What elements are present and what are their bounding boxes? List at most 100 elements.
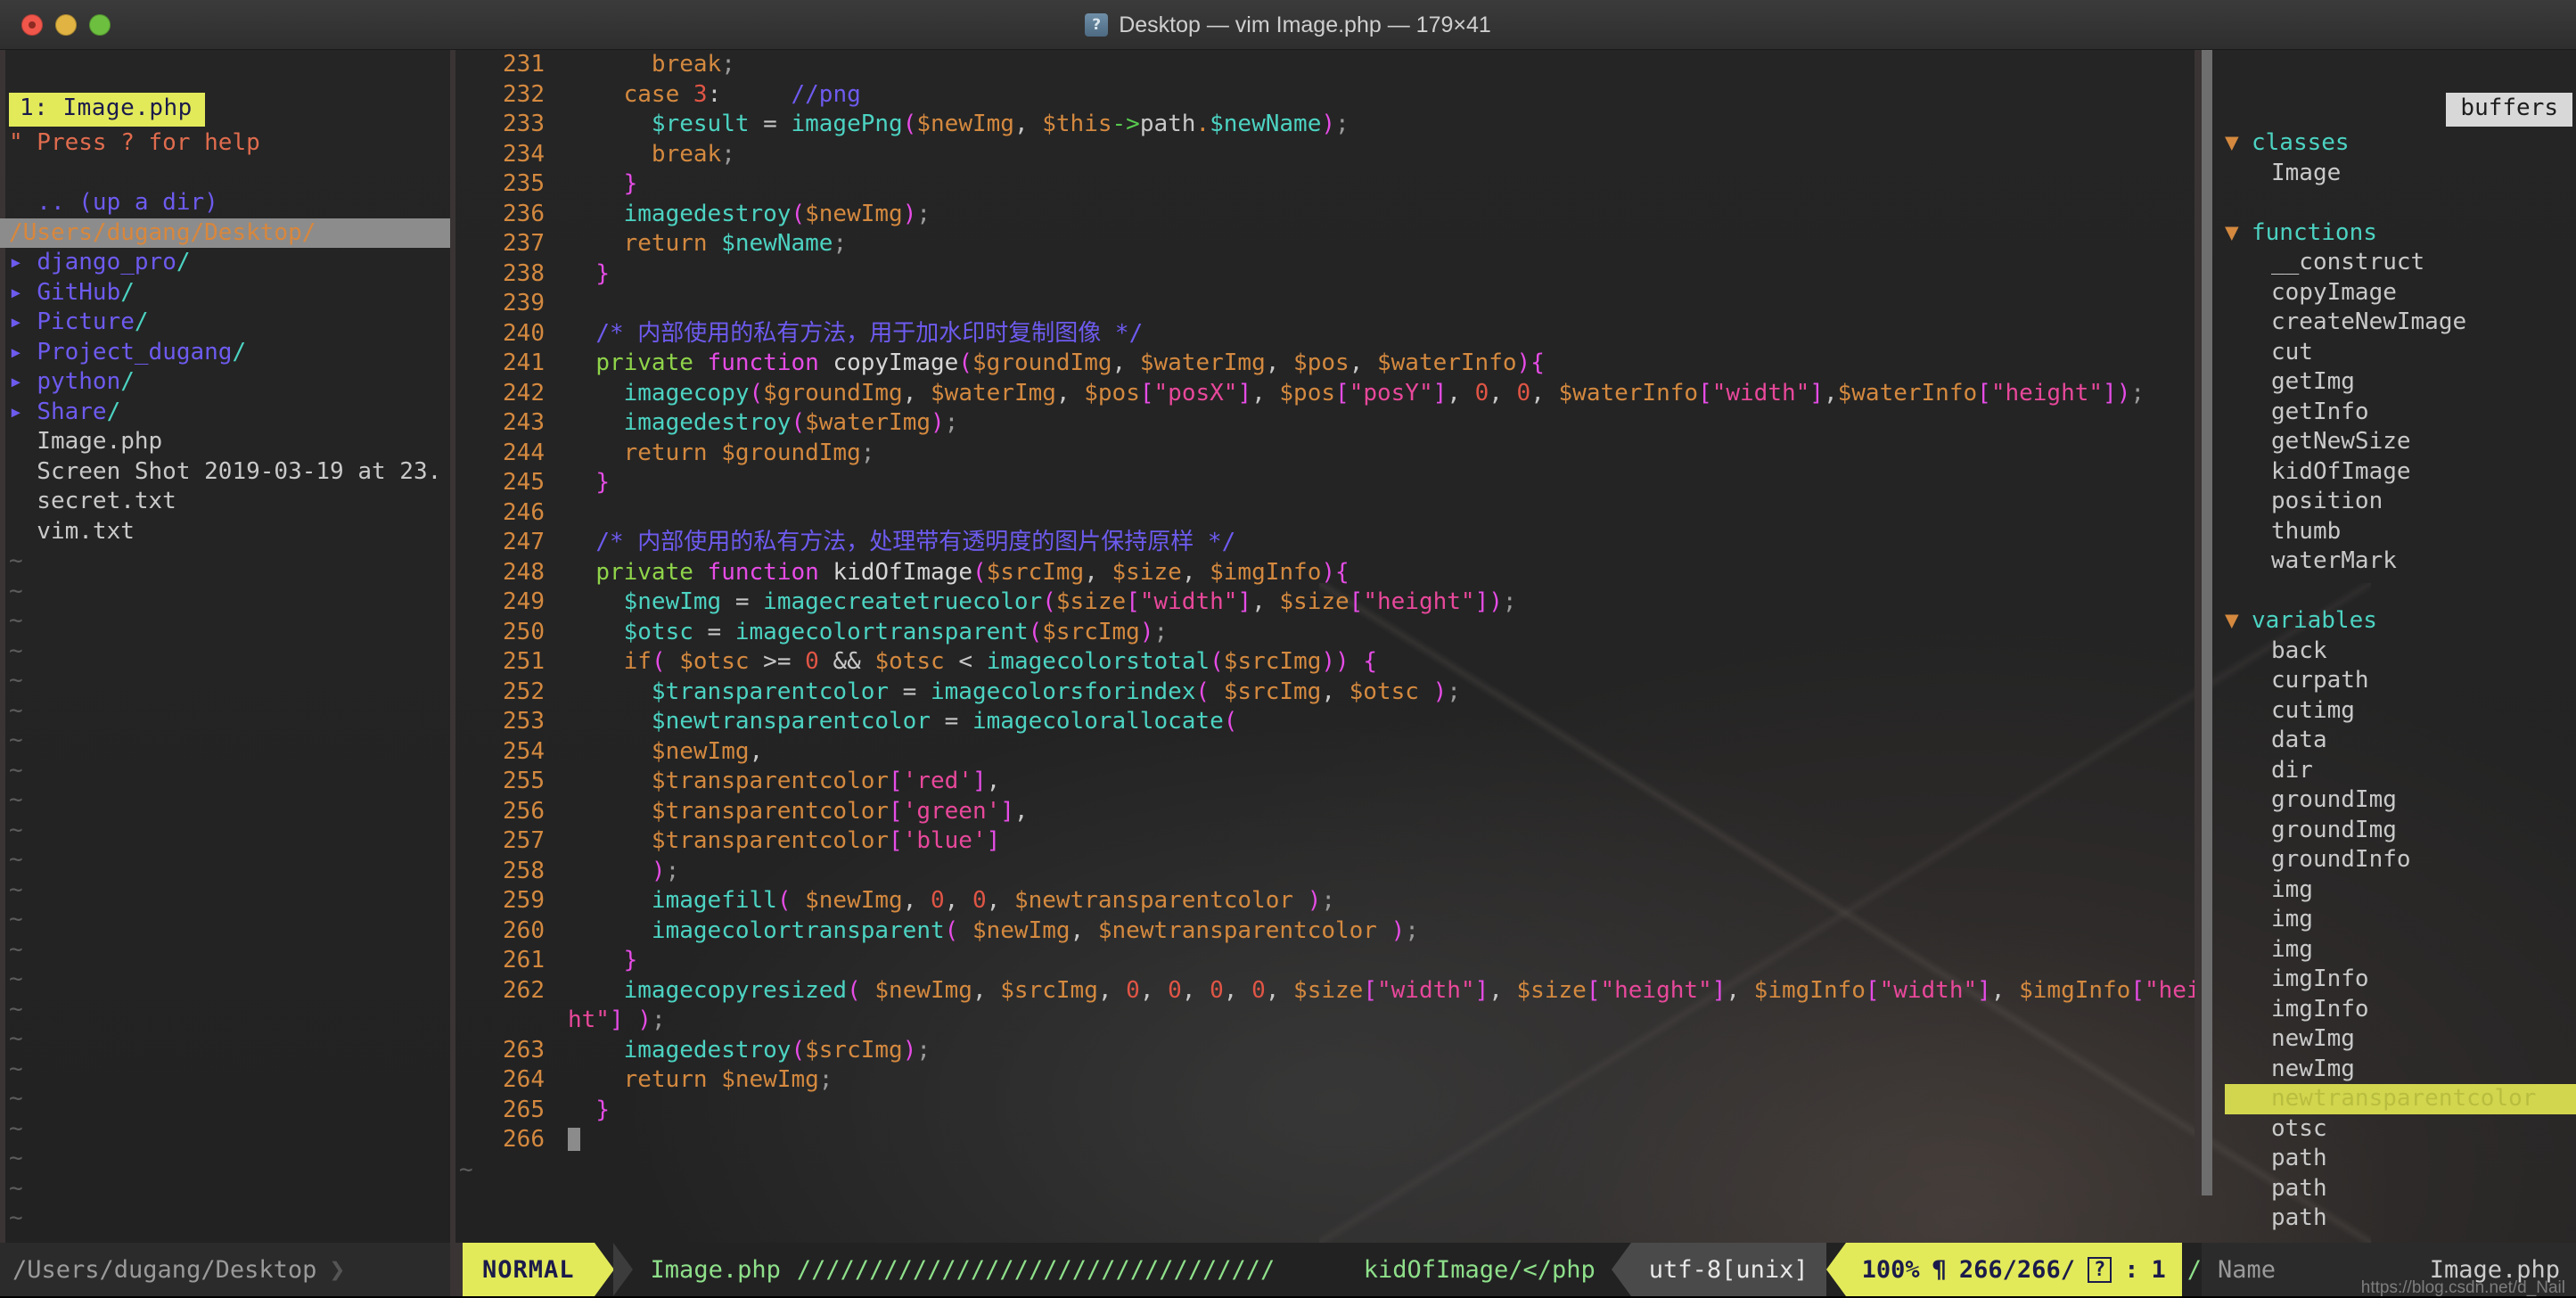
code-line[interactable]: 242 imagecopy($groundImg, $waterImg, $po…	[459, 379, 2202, 409]
code-line[interactable]: 262 imagecopyresized( $newImg, $srcImg, …	[459, 976, 2202, 1006]
code-line[interactable]: 235 }	[459, 169, 2202, 200]
minimize-button[interactable]	[55, 14, 77, 36]
tagbar-item[interactable]: getNewSize	[2225, 427, 2576, 457]
tagbar-item[interactable]: kidOfImage	[2225, 457, 2576, 488]
tagbar-item[interactable]: groundInfo	[2225, 845, 2576, 875]
code-line[interactable]: 238 }	[459, 259, 2202, 290]
code-line[interactable]: 246	[459, 498, 2202, 529]
close-button[interactable]	[21, 14, 43, 36]
code-line[interactable]: 248 private function kidOfImage($srcImg,…	[459, 558, 2202, 588]
tagbar-item[interactable]: imgInfo	[2225, 995, 2576, 1025]
code-line[interactable]: 232 case 3: //png	[459, 80, 2202, 111]
code-line[interactable]: 252 $transparentcolor = imagecolorsforin…	[459, 678, 2202, 708]
tagbar-list[interactable]: ▼classesImage ▼functions__constructcopyIm…	[2225, 128, 2576, 1234]
tagbar-item[interactable]: dir	[2225, 756, 2576, 786]
code-token: {	[1335, 559, 1350, 586]
tagbar-item[interactable]: cutimg	[2225, 696, 2576, 727]
tagbar-item[interactable]: waterMark	[2225, 546, 2576, 577]
tagbar-item[interactable]: imgInfo	[2225, 965, 2576, 995]
code-line[interactable]: 236 imagedestroy($newImg);	[459, 200, 2202, 230]
tree-file-item[interactable]: vim.txt	[9, 517, 450, 547]
code-line[interactable]: 234 break;	[459, 140, 2202, 170]
tagbar-item[interactable]: groundImg	[2225, 785, 2576, 816]
tree-file-item[interactable]: Screen Shot 2019-03-19 at 23.	[9, 457, 450, 488]
tagbar-item[interactable]: thumb	[2225, 517, 2576, 547]
tagbar-item[interactable]: createNewImage	[2225, 308, 2576, 338]
code-line[interactable]: 253 $newtransparentcolor = imagecolorall…	[459, 707, 2202, 737]
code-line[interactable]: 263 imagedestroy($srcImg);	[459, 1036, 2202, 1066]
tagbar-item[interactable]: path	[2225, 1174, 2576, 1204]
tagbar-item[interactable]: data	[2225, 726, 2576, 756]
file-tree-pane[interactable]: 1: Image.php " Press ? for help .. (up a…	[0, 50, 450, 1246]
tree-dir-item[interactable]: ▸ python/	[9, 367, 450, 398]
tagbar-item[interactable]: getInfo	[2225, 398, 2576, 428]
code-line[interactable]: 250 $otsc = imagecolortransparent($srcIm…	[459, 618, 2202, 648]
code-line[interactable]: 245 }	[459, 468, 2202, 498]
tree-dir-item[interactable]: ▸ Picture/	[9, 308, 450, 338]
tagbar-item[interactable]: img	[2225, 905, 2576, 935]
tree-current-directory[interactable]: /Users/dugang/Desktop/	[0, 218, 450, 249]
tree-dir-item[interactable]: ▸ Share/	[9, 398, 450, 428]
code-line[interactable]: 254 $newImg,	[459, 737, 2202, 768]
tagbar-item[interactable]: newImg	[2225, 1055, 2576, 1085]
code-line[interactable]: 244 return $groundImg;	[459, 439, 2202, 469]
chevron-down-icon[interactable]: ▼	[2225, 218, 2252, 249]
tagbar-item[interactable]: newtransparentcolor	[2225, 1084, 2576, 1114]
tagbar-pane[interactable]: buffers ▼classesImage ▼functions__constru…	[2202, 50, 2576, 1246]
code-line[interactable]: 239	[459, 289, 2202, 319]
chevron-down-icon[interactable]: ▼	[2225, 606, 2252, 637]
code-editor-pane[interactable]: 231 break;232 case 3: //png233 $result =…	[450, 50, 2202, 1246]
code-line[interactable]: 231 break;	[459, 50, 2202, 80]
tagbar-item[interactable]: Image	[2225, 159, 2576, 189]
tagbar-item[interactable]: groundImg	[2225, 816, 2576, 846]
code-line[interactable]: 247 /* 内部使用的私有方法，处理带有透明度的图片保持原样 */	[459, 528, 2202, 558]
tree-file-item[interactable]: Image.php	[9, 427, 450, 457]
code-line[interactable]: 249 $newImg = imagecreatetruecolor($size…	[459, 587, 2202, 618]
code-line[interactable]: 261 }	[459, 946, 2202, 976]
maximize-button[interactable]	[89, 14, 111, 36]
tagbar-item[interactable]: curpath	[2225, 666, 2576, 696]
tagbar-item[interactable]: path	[2225, 1144, 2576, 1174]
code-line[interactable]: 255 $transparentcolor['red'],	[459, 767, 2202, 797]
code-token: $newImg	[874, 977, 972, 1004]
code-line[interactable]: 260 imagecolortransparent( $newImg, $new…	[459, 916, 2202, 947]
tagbar-item[interactable]: back	[2225, 637, 2576, 667]
tagbar-item[interactable]: __construct	[2225, 248, 2576, 278]
tree-dir-item[interactable]: ▸ django_pro/	[9, 248, 450, 278]
code-line[interactable]: 257 $transparentcolor['blue']	[459, 826, 2202, 857]
tagbar-item[interactable]: getImg	[2225, 367, 2576, 398]
tagbar-item[interactable]: path	[2225, 1204, 2576, 1234]
tagbar-item[interactable]: img	[2225, 875, 2576, 906]
tree-dir-item[interactable]: ▸ GitHub/	[9, 278, 450, 308]
code-line[interactable]: 265 }	[459, 1096, 2202, 1126]
tagbar-item[interactable]: cut	[2225, 338, 2576, 368]
code-line[interactable]: 233 $result = imagePng($newImg, $this->p…	[459, 110, 2202, 140]
tagbar-item[interactable]: copyImage	[2225, 278, 2576, 308]
code-line[interactable]: 259 imagefill( $newImg, 0, 0, $newtransp…	[459, 886, 2202, 916]
code-lines[interactable]: 231 break;232 case 3: //png233 $result =…	[459, 50, 2202, 1185]
code-line[interactable]: 237 return $newName;	[459, 229, 2202, 259]
tagbar-group-functions[interactable]: ▼functions	[2225, 218, 2576, 249]
tagbar-item[interactable]: newImg	[2225, 1024, 2576, 1055]
buffer-tab-label[interactable]: 1: Image.php	[9, 93, 205, 127]
code-line[interactable]: 264 return $newImg;	[459, 1065, 2202, 1096]
tagbar-item[interactable]: position	[2225, 487, 2576, 517]
tagbar-group-classes[interactable]: ▼classes	[2225, 128, 2576, 159]
tree-file-item[interactable]: secret.txt	[9, 487, 450, 517]
tree-dir-item[interactable]: ▸ Project_dugang/	[9, 338, 450, 368]
code-line[interactable]: 258 );	[459, 857, 2202, 887]
file-tree-list[interactable]: " Press ? for help .. (up a dir)/Users/d…	[9, 128, 450, 1246]
tree-up-a-dir[interactable]: .. (up a dir)	[9, 188, 450, 218]
code-line[interactable]: 000ht"] );	[459, 1006, 2202, 1036]
tagbar-group-variables[interactable]: ▼variables	[2225, 606, 2576, 637]
code-line[interactable]: 243 imagedestroy($waterImg);	[459, 408, 2202, 439]
code-line[interactable]: 256 $transparentcolor['green'],	[459, 797, 2202, 827]
code-line[interactable]: 251 if( $otsc >= 0 && $otsc < imagecolor…	[459, 647, 2202, 678]
buffers-tab-label[interactable]: buffers	[2446, 93, 2572, 127]
code-line[interactable]: 266	[459, 1125, 2202, 1155]
tagbar-item[interactable]: otsc	[2225, 1114, 2576, 1145]
code-line[interactable]: 241 private function copyImage($groundIm…	[459, 349, 2202, 379]
code-line[interactable]: 240 /* 内部使用的私有方法，用于加水印时复制图像 */	[459, 319, 2202, 349]
tagbar-item[interactable]: img	[2225, 935, 2576, 965]
chevron-down-icon[interactable]: ▼	[2225, 128, 2252, 159]
